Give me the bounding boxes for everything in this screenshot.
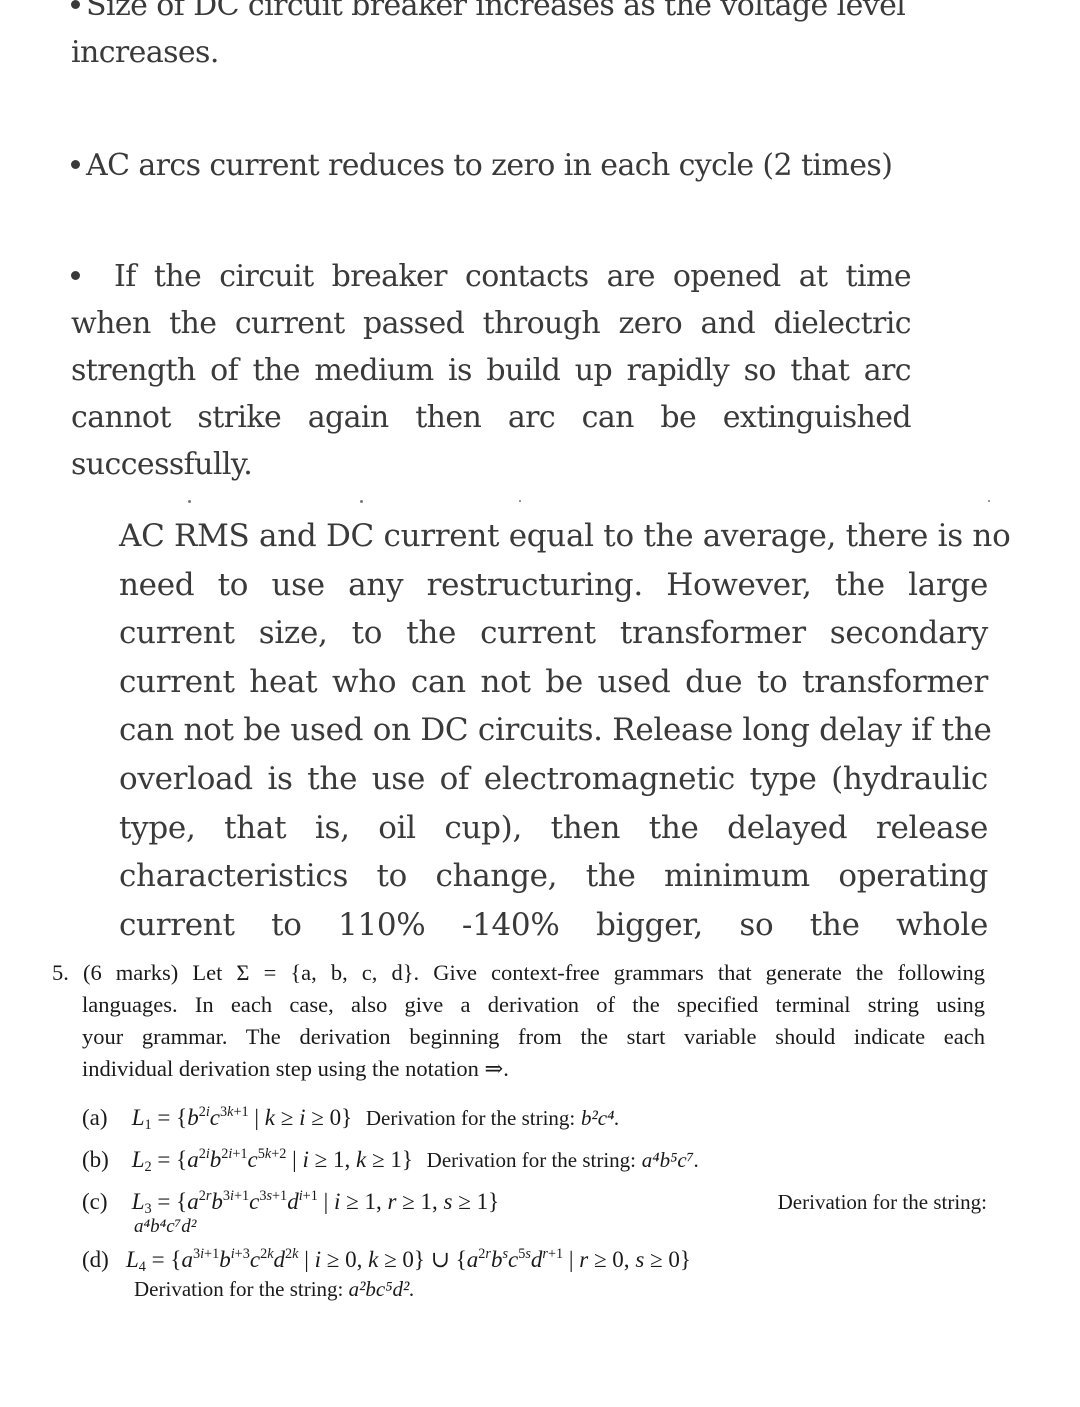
question-header-line: 5. (6 marks) Let Σ = {a, b, c, d}. Give …: [52, 957, 985, 989]
paragraph-line: need to use any restructuring. However, …: [119, 566, 988, 603]
part-c-left: (c) L3 = {a2rb3i+1c3s+1di+1 | i ≥ 1, r ≥…: [82, 1187, 499, 1217]
bullet-dot-icon: [71, 159, 80, 169]
question-intro-body: languages. In each case, also give a der…: [52, 989, 985, 1085]
bullet-1-line-2: increases.: [71, 35, 219, 70]
question-5: 5. (6 marks) Let Σ = {a, b, c, d}. Give …: [52, 957, 985, 1085]
bullet-item-3: If the circuit breaker contacts are open…: [71, 253, 912, 488]
speck: [188, 500, 191, 503]
paragraph-line: type, that is, oil cup), then the delaye…: [119, 809, 988, 846]
scan-artifacts: [0, 500, 1080, 510]
question-intro-line: your grammar. The derivation beginning f…: [82, 1024, 985, 1049]
question-number: 5.: [52, 960, 69, 985]
question-intro-line: Give context-free grammars that generate…: [433, 960, 985, 985]
part-label: (c): [82, 1189, 108, 1214]
bullet-dot-icon: [71, 270, 80, 280]
part-b: (b) L2 = {a2ib2i+1c5k+2 | i ≥ 1, k ≥ 1} …: [82, 1145, 987, 1187]
paragraph-line: AC RMS and DC current equal to the avera…: [119, 518, 1011, 554]
target-string: a²bc⁵d².: [348, 1277, 415, 1301]
bullet-3-line-4: cannot strike again then arc can be exti…: [71, 400, 912, 435]
part-label: (d): [82, 1247, 109, 1272]
bullet-3-line-3: strength of the medium is build up rapid…: [71, 353, 912, 388]
bullet-2-line-1: AC arcs current reduces to zero in each …: [71, 142, 971, 189]
derivation-label: Derivation for the string:: [365, 1106, 576, 1130]
target-string: a⁴b⁴c⁷d²: [134, 1216, 197, 1237]
question-alphabet: Let Σ = {a, b, c, d}.: [192, 960, 420, 985]
target-string: a⁴b⁵c⁷.: [641, 1148, 700, 1172]
part-a: (a) L1 = {b2ic3k+1 | k ≥ i ≥ 0} Derivati…: [82, 1103, 987, 1145]
paragraph-line: overload is the use of electromagnetic t…: [119, 760, 988, 797]
bullet-3-line-1: If the circuit breaker contacts are open…: [71, 253, 912, 300]
speck: [519, 500, 521, 502]
language-definition: L2 = {a2ib2i+1c5k+2 | i ≥ 1, k ≥ 1}: [131, 1146, 413, 1175]
paragraph-line: current to 110% -140% bigger, so the who…: [119, 906, 988, 943]
bullet-3-line-5: successfully.: [71, 447, 253, 482]
language-definition: L4 = {a3i+1bi+3c2kd2k | i ≥ 0, k ≥ 0} ∪ …: [126, 1246, 691, 1275]
question-marks: (6 marks): [82, 960, 179, 985]
bullet-dot-icon: [71, 0, 80, 9]
part-d-line: (d) L4 = {a3i+1bi+3c2kd2k | i ≥ 0, k ≥ 0…: [82, 1245, 987, 1275]
derivation-label: Derivation for the string:: [426, 1148, 637, 1172]
question-intro-line: languages. In each case, also give a der…: [82, 992, 985, 1017]
part-label: (a): [82, 1105, 108, 1130]
bullet-item-2: AC arcs current reduces to zero in each …: [71, 142, 971, 189]
question-intro-line: individual derivation step using the not…: [82, 1056, 509, 1081]
explanation-paragraph: AC RMS and DC current equal to the avera…: [119, 512, 1011, 949]
question-parts: (a) L1 = {b2ic3k+1 | k ≥ i ≥ 0} Derivati…: [82, 1103, 987, 1303]
part-d-derivation: Derivation for the string: a²bc⁵d².: [82, 1275, 987, 1303]
speck: [988, 500, 990, 502]
part-c-line: (c) L3 = {a2rb3i+1c3s+1di+1 | i ≥ 1, r ≥…: [82, 1187, 987, 1217]
bullet-1-line-1: Size of DC circuit breaker increases as …: [71, 0, 916, 29]
derivation-label: Derivation for the string:: [134, 1277, 344, 1301]
target-string: b²c⁴.: [581, 1106, 620, 1130]
language-definition: L3 = {a2rb3i+1c3s+1di+1 | i ≥ 1, r ≥ 1, …: [131, 1188, 500, 1217]
speck: [360, 500, 363, 503]
derivation-label: Derivation for the string:: [777, 1190, 987, 1214]
part-c: (c) L3 = {a2rb3i+1c3s+1di+1 | i ≥ 1, r ≥…: [82, 1187, 987, 1245]
part-d: (d) L4 = {a3i+1bi+3c2kd2k | i ≥ 0, k ≥ 0…: [82, 1245, 987, 1303]
paragraph-line: characteristics to change, the minimum o…: [119, 858, 988, 895]
language-definition: L1 = {b2ic3k+1 | k ≥ i ≥ 0}: [131, 1104, 353, 1133]
paragraph-line: current size, to the current transformer…: [119, 615, 988, 652]
paragraph-line: current heat who can not be used due to …: [119, 663, 988, 700]
bullet-3-line-2: when the current passed through zero and…: [71, 306, 912, 341]
bullet-item-1: Size of DC circuit breaker increases as …: [71, 0, 916, 76]
paragraph-line: can not be used on DC circuits. Release …: [119, 712, 992, 749]
part-label: (b): [82, 1147, 109, 1172]
